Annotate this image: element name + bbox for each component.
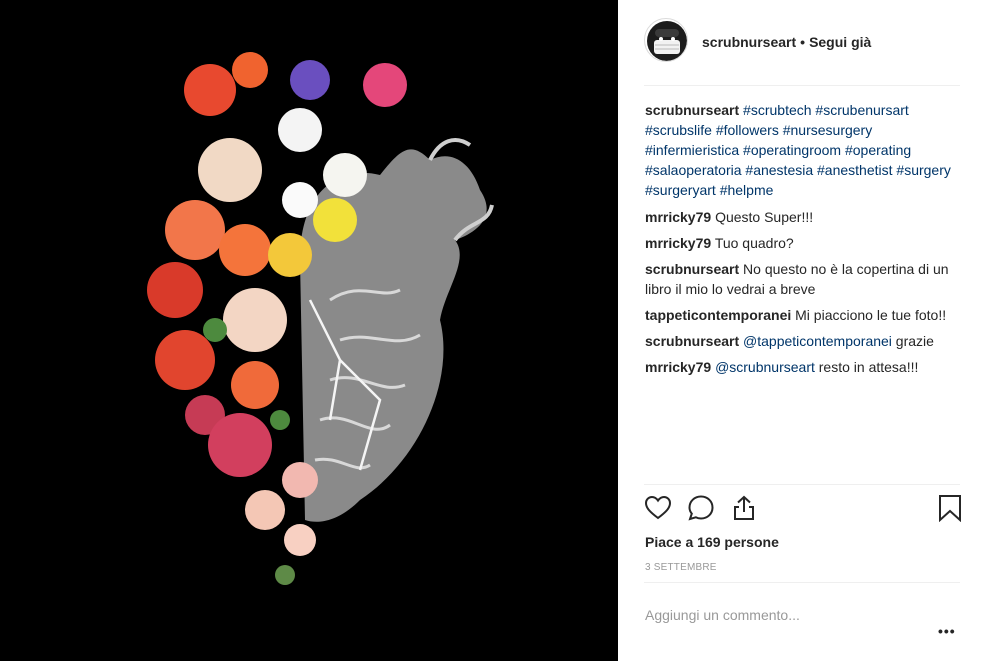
heart-icon[interactable]	[644, 494, 672, 527]
bookmark-icon[interactable]	[936, 494, 964, 527]
hashtag-link[interactable]: #anesthetist	[817, 162, 893, 178]
comment-username[interactable]: scrubnurseart	[645, 261, 739, 277]
comment-item: mrricky79 Tuo quadro?	[645, 233, 963, 253]
hashtag-link[interactable]: #infermieristica	[645, 142, 739, 158]
comment-text: resto in attesa!!!	[818, 359, 919, 375]
hashtag-link[interactable]: #salaoperatoria	[645, 162, 742, 178]
comment-text: grazie	[895, 333, 934, 349]
hashtag-link[interactable]: #scrubenursart	[815, 102, 908, 118]
comment-username[interactable]: mrricky79	[645, 209, 711, 225]
hashtag-link[interactable]: #operatingroom	[743, 142, 841, 158]
comment-text: Mi piacciono le tue foto!!	[795, 307, 947, 323]
likes-count[interactable]: Piace a 169 persone	[645, 534, 779, 550]
comment-item: mrricky79 Questo Super!!!	[645, 207, 963, 227]
hashtag-link[interactable]: #surgery	[896, 162, 950, 178]
hashtag-link[interactable]: #anestesia	[745, 162, 813, 178]
action-icons	[644, 494, 964, 526]
comment-icon[interactable]	[687, 494, 715, 527]
mention-link[interactable]: @scrubnurseart	[715, 359, 815, 375]
comments-list: scrubnurseart #scrubtech #scrubenursart …	[645, 100, 963, 383]
avatar-image	[647, 21, 687, 61]
comment-username[interactable]: tappeticontemporanei	[645, 307, 791, 323]
anatomical-heart	[300, 138, 494, 522]
hashtag-link[interactable]: #nursesurgery	[783, 122, 873, 138]
comment-username[interactable]: scrubnurseart	[645, 333, 739, 349]
comment-item: tappeticontemporanei Mi piacciono le tue…	[645, 305, 963, 325]
hashtag-link[interactable]: #helpme	[720, 182, 774, 198]
header-separator: •	[800, 34, 806, 50]
comment-item: mrricky79 @scrubnurseart resto in attesa…	[645, 357, 963, 377]
comment-text: Questo Super!!!	[715, 209, 814, 225]
comment-username[interactable]: mrricky79	[645, 359, 711, 375]
header-text: scrubnurseart • Segui già	[702, 34, 871, 50]
hashtag-link[interactable]: #followers	[716, 122, 779, 138]
post-details-panel: scrubnurseart • Segui già scrubnurseart #s…	[618, 0, 985, 661]
post-date: 3 SETTEMBRE	[645, 562, 717, 573]
hashtag-link[interactable]: #operating	[845, 142, 911, 158]
add-comment-input[interactable]	[645, 605, 915, 625]
follow-status-button[interactable]: Segui già	[809, 34, 871, 50]
hashtag-link[interactable]: #scrubtech	[743, 102, 811, 118]
avatar[interactable]	[644, 18, 688, 62]
hashtag-link[interactable]: #scrubslife	[645, 122, 712, 138]
heart-flower-illustration	[147, 52, 494, 585]
add-comment-section: •••	[644, 582, 960, 661]
post-header: scrubnurseart • Segui già	[644, 18, 960, 86]
share-icon[interactable]	[730, 494, 758, 527]
mention-link[interactable]: @tappeticontemporanei	[743, 333, 892, 349]
comment-username[interactable]: mrricky79	[645, 235, 711, 251]
comment-item: scrubnurseart No questo no è la copertin…	[645, 259, 963, 299]
comment-text: Tuo quadro?	[714, 235, 794, 251]
caption: scrubnurseart #scrubtech #scrubenursart …	[645, 100, 963, 200]
hashtag-link[interactable]: #surgeryart	[645, 182, 716, 198]
post-image[interactable]	[0, 0, 618, 661]
caption-username[interactable]: scrubnurseart	[645, 102, 739, 118]
actions-divider	[644, 484, 960, 485]
header-username[interactable]: scrubnurseart	[702, 34, 796, 50]
comment-item: scrubnurseart @tappeticontemporanei graz…	[645, 331, 963, 351]
more-options-button[interactable]: •••	[938, 623, 956, 639]
